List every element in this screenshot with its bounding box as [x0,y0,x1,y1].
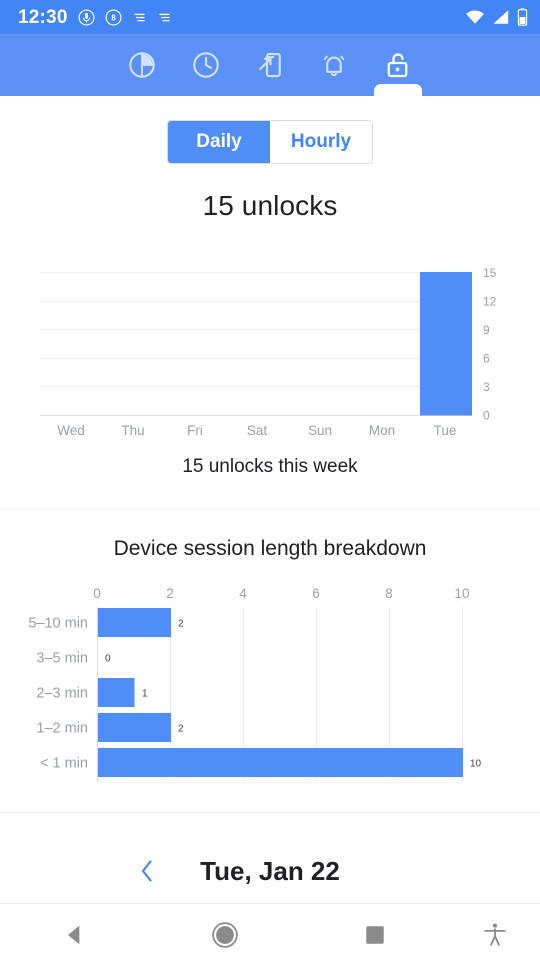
recents-button[interactable] [300,904,450,960]
back-button[interactable] [0,904,150,960]
section-divider [0,508,540,509]
unlock-padlock-icon [387,53,408,78]
current-date-label: Tue, Jan 22 [200,855,340,886]
daily-chart-x-ticks: Wed Thu Fri Sat Sun Mon Tue [57,423,456,438]
date-navigator: Tue, Jan 22 [0,839,540,903]
recents-square-icon [366,926,384,944]
battery-icon [517,8,528,26]
status-bar-left: 12:30 8 [18,8,172,27]
svg-text:2: 2 [166,586,174,601]
svg-text:3: 3 [483,380,490,394]
svg-text:1: 1 [142,689,148,700]
status-bar: 12:30 8 [0,0,540,34]
notification-lines-icon [134,13,145,21]
unlocks-tab[interactable] [366,34,430,96]
svg-text:6: 6 [483,352,490,366]
status-bar-right [465,8,528,26]
session-length-chart: 0 2 4 6 8 10 5–10 min 3–5 min 2–3 min 1–… [0,585,540,800]
segmented-control-wrap: Daily Hourly [0,96,540,164]
hbar-5-10-min [98,608,171,637]
post-date-divider [0,903,540,904]
svg-text:Thu: Thu [121,423,144,438]
notification-lines-icon [159,13,170,21]
svg-text:0: 0 [483,409,490,423]
hchart-category-labels: 5–10 min 3–5 min 2–3 min 1–2 min < 1 min [28,616,88,772]
svg-text:5–10 min: 5–10 min [28,616,88,632]
pre-date-divider [0,812,540,813]
microphone-circle-icon [78,8,95,26]
android-navigation-bar [0,904,540,960]
segment-hourly[interactable]: Hourly [270,121,372,163]
segment-daily[interactable]: Daily [168,121,270,163]
svg-text:Sat: Sat [247,423,268,438]
unlocks-headline: 15 unlocks [202,190,338,221]
top-tab-bar [0,34,540,96]
clock-tab[interactable] [174,34,238,96]
svg-text:4: 4 [239,586,247,601]
svg-text:10: 10 [470,759,482,770]
daily-chart-bars [420,272,472,416]
chevron-left-icon [141,860,152,882]
weekly-unlocks-caption: 15 unlocks this week [182,456,358,477]
svg-text:2: 2 [178,724,184,735]
svg-text:Fri: Fri [187,423,203,438]
svg-text:12: 12 [483,295,497,309]
home-circle-icon [212,922,238,948]
svg-text:0: 0 [105,654,111,665]
svg-text:2–3 min: 2–3 min [36,686,88,702]
accessibility-button[interactable] [450,904,540,960]
svg-text:< 1 min: < 1 min [40,756,88,772]
svg-text:Tue: Tue [434,423,457,438]
svg-text:1–2 min: 1–2 min [36,721,88,737]
hchart-value-labels: 2 0 1 2 10 [105,619,482,770]
daily-bar-tue [420,272,472,416]
svg-text:Sun: Sun [308,423,332,438]
pie-chart-icon [129,52,155,78]
svg-text:2: 2 [178,619,184,630]
svg-text:8: 8 [111,13,116,22]
bell-icon [323,55,345,77]
wifi-icon [466,10,484,24]
hbar-lt-1-min [98,748,463,777]
svg-text:0: 0 [93,586,101,601]
daily-unlocks-chart: 15 12 9 6 3 0 Wed Thu Fri Sat Sun Mon Tu… [0,254,540,439]
eight-circle-icon: 8 [105,8,122,26]
svg-text:10: 10 [454,586,469,601]
svg-text:3–5 min: 3–5 min [36,651,88,667]
accessibility-icon [484,923,506,946]
app-screen: 12:30 8 Daily Hourly 15 unlocks 15 12 9 … [0,0,540,960]
hchart-x-ticks: 0 2 4 6 8 10 [93,586,469,601]
svg-text:Wed: Wed [57,423,85,438]
svg-text:15: 15 [483,266,497,280]
main-content: Daily Hourly 15 unlocks 15 12 9 6 3 0 We… [0,96,540,904]
hchart-bars [98,608,463,777]
hbar-1-2-min [98,713,171,742]
previous-day-button[interactable] [132,856,162,886]
status-bar-clock: 12:30 [18,6,68,28]
svg-text:Mon: Mon [369,423,395,438]
hbar-2-3-min [98,678,135,707]
daily-chart-gridlines [40,272,472,387]
clock-icon [193,52,219,78]
home-button[interactable] [150,904,300,960]
pie-chart-tab[interactable] [110,34,174,96]
device-launch-tab[interactable] [238,34,302,96]
cell-signal-icon [493,10,509,24]
svg-text:6: 6 [312,586,320,601]
phone-arrow-icon [259,52,281,78]
svg-text:9: 9 [483,323,490,337]
back-triangle-icon [67,925,80,945]
breakdown-title: Device session length breakdown [113,537,427,560]
segmented-control: Daily Hourly [167,120,373,164]
daily-chart-y-ticks: 15 12 9 6 3 0 [483,266,497,423]
svg-text:8: 8 [385,586,393,601]
notifications-tab[interactable] [302,34,366,96]
